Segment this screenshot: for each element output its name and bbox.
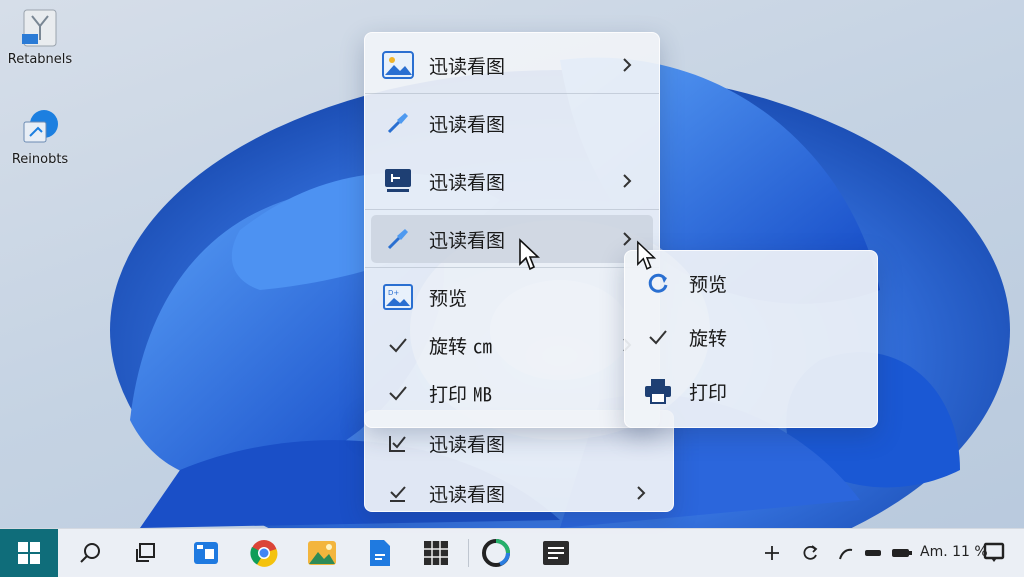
sync-icon [803, 545, 818, 560]
tray-sync[interactable] [794, 537, 826, 569]
start-button[interactable] [0, 529, 58, 577]
gallery-icon [308, 541, 336, 565]
menu-item-label: 预览 [429, 287, 468, 310]
check-icon [381, 328, 415, 362]
menu-item-label: 迅读看图 [429, 229, 506, 252]
task-view-icon [136, 543, 155, 562]
image-icon: D+ [381, 280, 415, 314]
search-button[interactable] [74, 537, 106, 569]
check-icon [381, 376, 415, 410]
start-icon [18, 542, 40, 564]
menu-item-label: 旋转 [689, 327, 728, 350]
menu-item-label: 迅读看图 [429, 55, 506, 78]
submenu-item-print[interactable]: 打印 [631, 367, 871, 415]
chevron-right-icon [615, 169, 639, 193]
brush-icon [381, 222, 415, 256]
desktop-icon-label: Retabnels [7, 52, 73, 67]
taskbar-app-grid[interactable] [420, 537, 452, 569]
taskbar-app-gallery[interactable] [306, 537, 338, 569]
menu-item-highlighted[interactable]: 迅读看图 [371, 215, 653, 263]
image-icon [381, 48, 415, 82]
taskbar: Am. 11 % [0, 528, 1024, 577]
menu-item-label: 迅读看图 [429, 433, 506, 456]
context-menu: 迅读看图 迅读看图 迅读看图 迅读看图 D+ 预览 旋转 ㎝ 打印 ㎆ [364, 32, 660, 428]
menu-item-label: 打印 [689, 381, 728, 404]
taskbar-app-edge[interactable] [480, 537, 512, 569]
mouse-cursor-icon [636, 240, 658, 276]
menu-separator [365, 267, 659, 268]
grid-app-icon [424, 541, 448, 565]
check-icon [641, 320, 675, 354]
battery-icon [892, 549, 912, 557]
network-icon [839, 548, 853, 560]
edge-icon [482, 539, 510, 567]
printer-icon [641, 374, 675, 408]
svg-text:D+: D+ [388, 289, 399, 297]
search-icon [80, 543, 100, 563]
desktop-shortcut-reinobts[interactable]: Reinobts [0, 108, 80, 167]
taskbar-app-chrome[interactable] [248, 537, 280, 569]
add-button[interactable] [756, 537, 788, 569]
submenu: 预览 旋转 打印 [624, 250, 878, 428]
menu-item-label: 迅读看图 [429, 171, 506, 194]
menu-item-print[interactable]: 打印 ㎆ [371, 369, 653, 417]
menu-item-rotate[interactable]: 旋转 ㎝ [371, 321, 653, 369]
menu-separator [365, 209, 659, 210]
chrome-icon [250, 540, 278, 567]
desktop-shortcut-retabnels[interactable]: Retabnels [0, 8, 80, 67]
checkbox-icon [381, 476, 415, 510]
terminal-icon [543, 541, 569, 565]
menu-item-set-as[interactable]: 迅读看图 [371, 157, 653, 205]
menu-separator [365, 93, 659, 94]
taskbar-app-terminal[interactable] [540, 537, 572, 569]
chevron-right-icon [629, 481, 653, 505]
taskbar-divider [468, 539, 469, 567]
menu-item-label: 预览 [689, 273, 728, 296]
document-icon [370, 540, 390, 566]
taskbar-app-photos[interactable] [190, 537, 222, 569]
menu-item-label: 旋转 ㎝ [429, 335, 493, 358]
menu-item-edit[interactable]: 迅读看图 [371, 99, 653, 147]
menu-item-behind-2[interactable]: 迅读看图 [371, 469, 667, 517]
submenu-item-rotate[interactable]: 旋转 [631, 313, 871, 361]
menu-item-preview[interactable]: D+ 预览 [371, 273, 653, 321]
folder-shortcut-icon [20, 8, 60, 48]
menu-item-label: 迅读看图 [429, 483, 506, 506]
plus-icon [765, 546, 779, 560]
menu-item-open-with[interactable]: 迅读看图 [371, 41, 653, 89]
checkbox-icon [381, 426, 415, 460]
volume-icon [865, 550, 881, 556]
notification-button[interactable] [978, 537, 1010, 569]
menu-item-label: 打印 ㎆ [429, 383, 493, 406]
notification-icon [983, 542, 1005, 562]
menu-item-label: 迅读看图 [429, 113, 506, 136]
screen-icon [381, 164, 415, 198]
brush-icon [381, 106, 415, 140]
taskbar-app-document[interactable] [364, 537, 396, 569]
submenu-item-preview[interactable]: 预览 [631, 259, 871, 307]
photos-app-icon [194, 542, 218, 564]
mouse-cursor-icon [518, 238, 542, 276]
task-view-button[interactable] [130, 537, 162, 569]
chevron-right-icon [615, 53, 639, 77]
desktop-icon-label: Reinobts [11, 152, 69, 167]
app-shortcut-icon [20, 108, 60, 148]
tray-battery[interactable] [886, 537, 918, 569]
